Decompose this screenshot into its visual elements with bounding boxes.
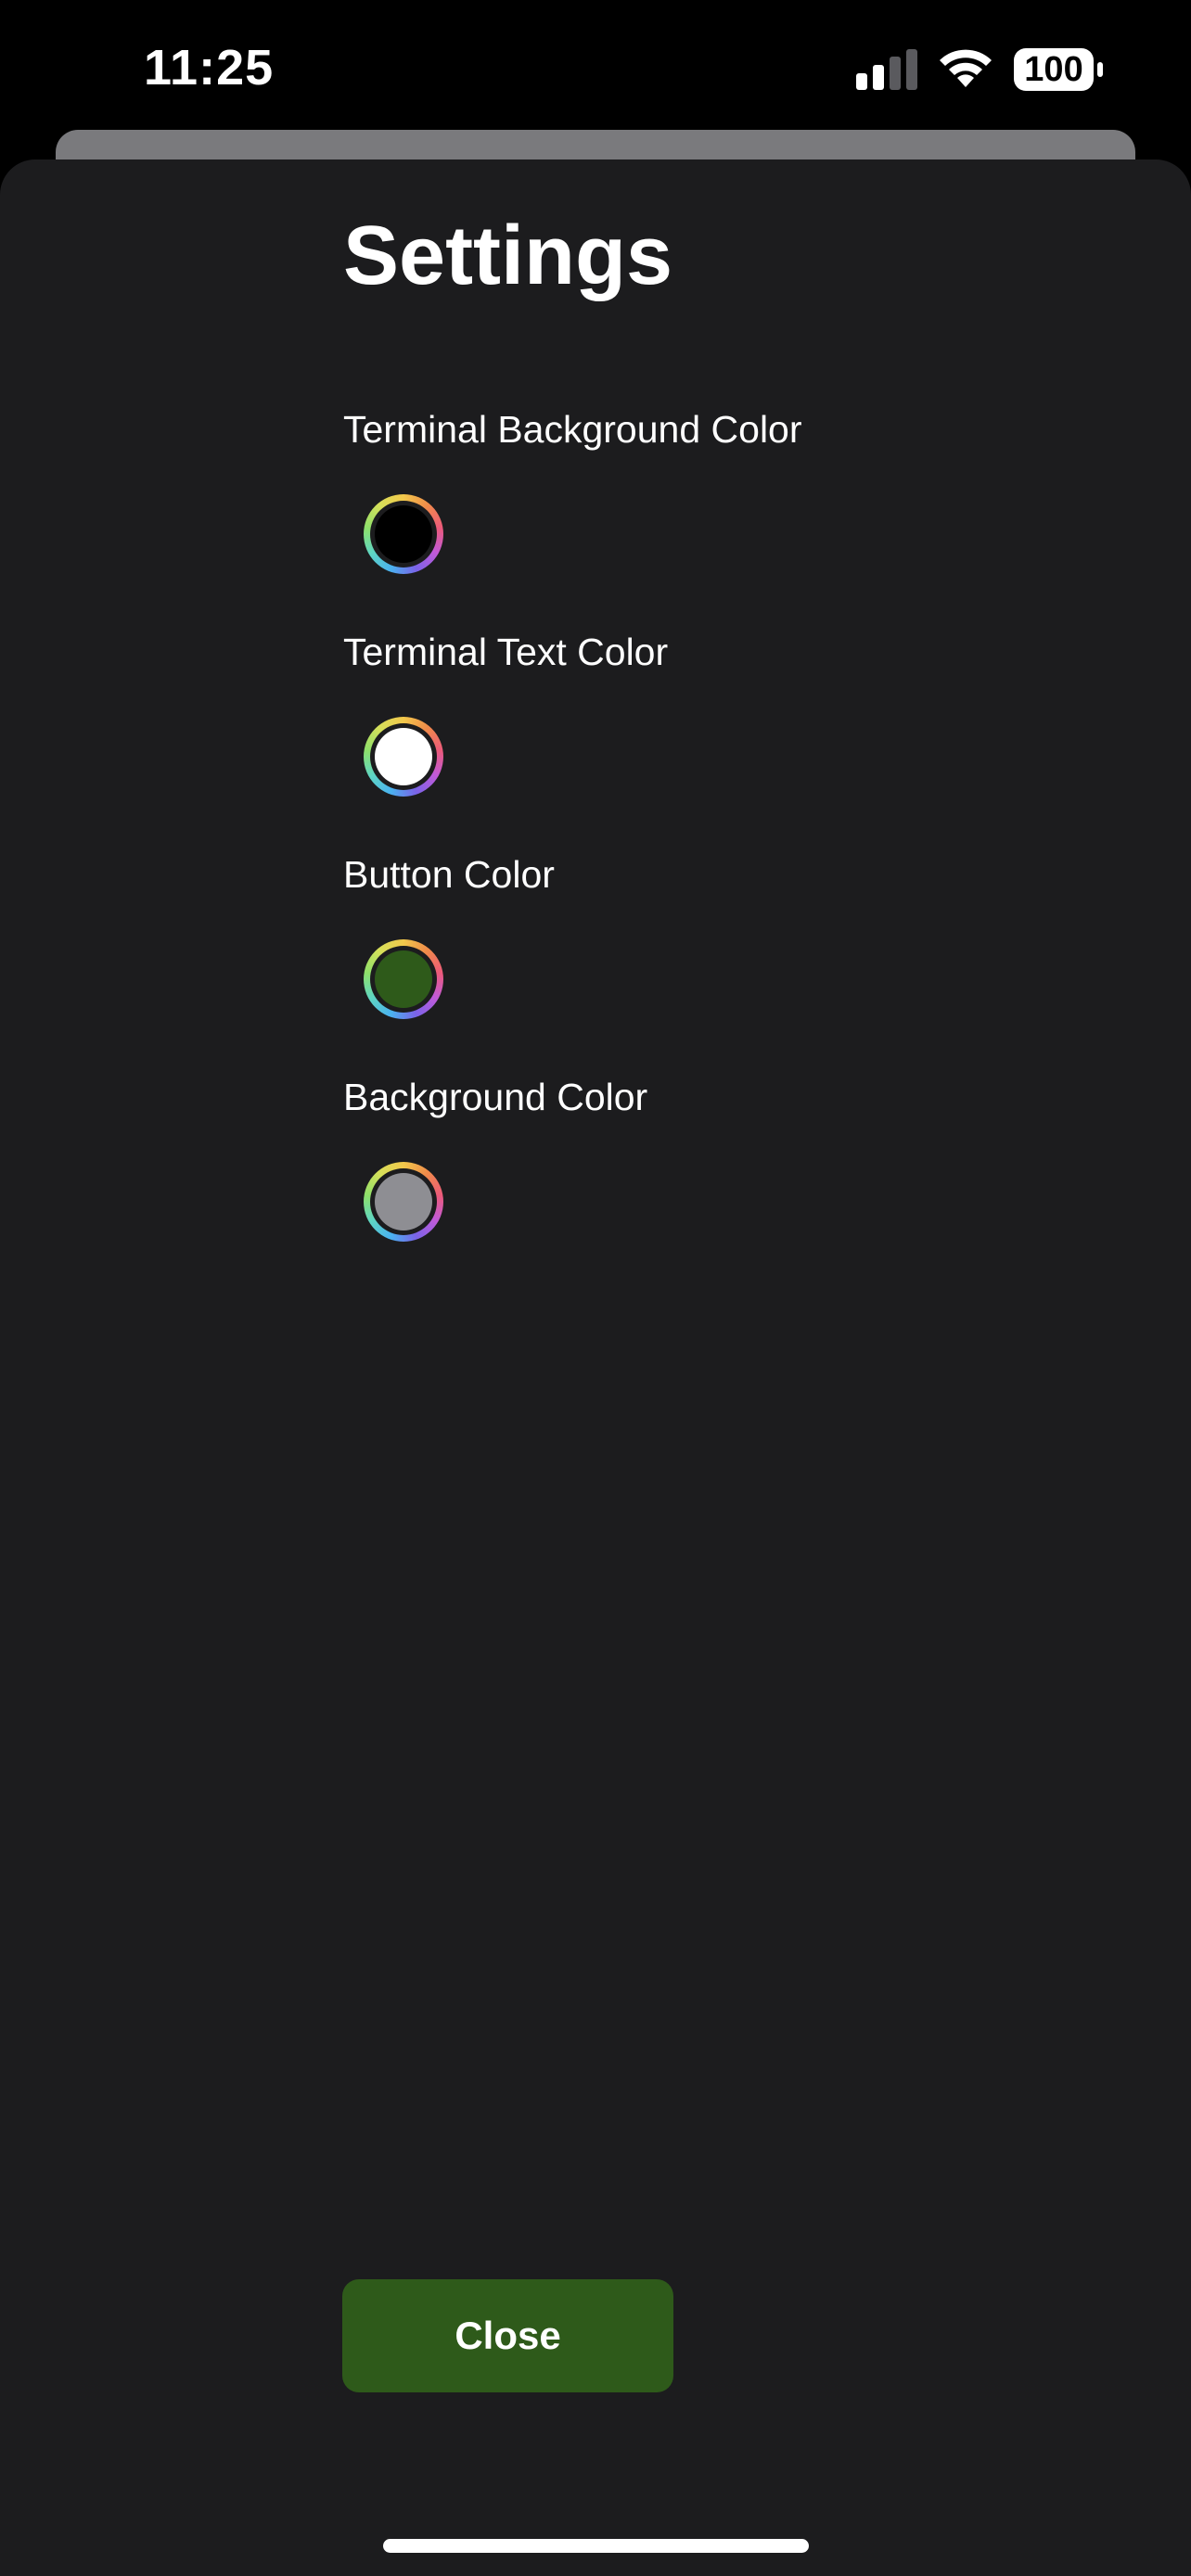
settings-sheet [0, 159, 1191, 2576]
color-swatch [375, 728, 432, 785]
status-time: 11:25 [144, 40, 275, 96]
screen: 11:25 100 Settings Terminal Background C… [0, 0, 1191, 2576]
home-indicator [383, 2539, 809, 2553]
button-color-picker[interactable] [364, 939, 443, 1019]
page-title: Settings [343, 210, 673, 302]
background-color-picker[interactable] [364, 1162, 443, 1242]
close-button[interactable]: Close [342, 2279, 673, 2392]
terminal-text-color-label: Terminal Text Color [343, 631, 669, 673]
color-swatch [375, 950, 432, 1008]
signal-icon [856, 49, 917, 90]
terminal-background-color-picker[interactable] [364, 494, 443, 574]
battery-level-text: 100 [1024, 50, 1083, 89]
color-swatch [375, 1173, 432, 1231]
terminal-background-color-label: Terminal Background Color [343, 408, 802, 451]
wifi-icon [940, 49, 992, 87]
color-swatch [375, 505, 432, 563]
terminal-text-color-picker[interactable] [364, 717, 443, 797]
button-color-label: Button Color [343, 853, 555, 896]
background-color-label: Background Color [343, 1076, 648, 1118]
